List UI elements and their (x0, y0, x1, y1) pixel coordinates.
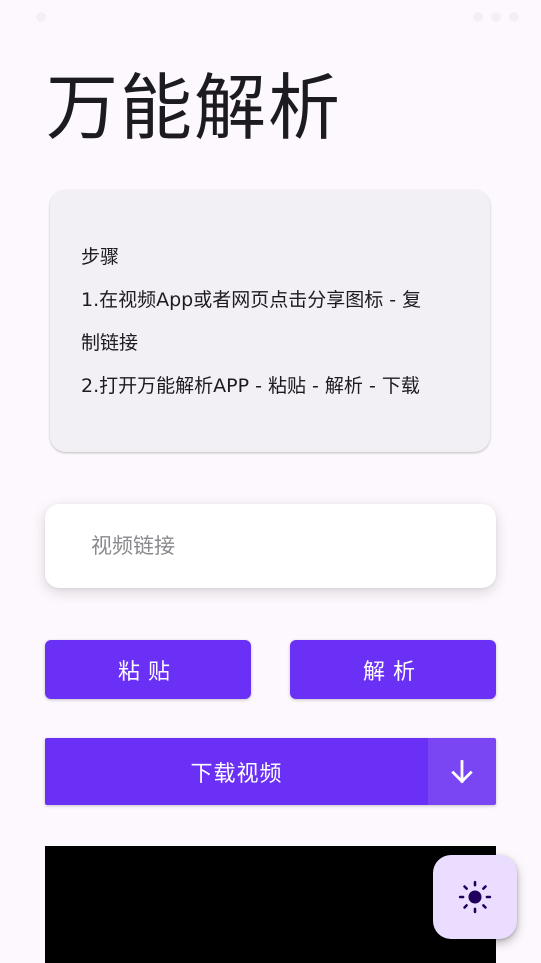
video-link-input[interactable] (91, 504, 471, 588)
download-options-button[interactable] (428, 738, 496, 805)
steps-heading: 步骤 (81, 246, 120, 268)
instructions-card: 步骤 1.在视频App或者网页点击分享图标 - 复 制链接 2.打开万能解析AP… (50, 190, 490, 452)
video-player[interactable] (45, 846, 496, 963)
step-2: 2.打开万能解析APP - 粘贴 - 解析 - 下载 (81, 375, 420, 397)
paste-button[interactable]: 粘贴 (45, 640, 251, 699)
wifi-icon (491, 12, 501, 22)
parse-button[interactable]: 解析 (290, 640, 496, 699)
signal-icon (473, 12, 483, 22)
sun-icon (458, 880, 492, 914)
video-link-field[interactable] (45, 504, 496, 588)
step-1-line-2: 制链接 (81, 332, 139, 354)
page-title: 万能解析 (46, 66, 343, 150)
theme-toggle-button[interactable] (433, 855, 517, 939)
download-video-button[interactable]: 下载视频 (45, 738, 428, 805)
status-indicator-icon (36, 12, 46, 22)
status-icons (473, 12, 519, 22)
download-split-button: 下载视频 (45, 738, 496, 805)
step-1-line-1: 1.在视频App或者网页点击分享图标 - 复 (81, 289, 422, 311)
status-bar (0, 0, 541, 34)
arrow-down-icon (451, 759, 473, 783)
battery-icon (509, 12, 519, 22)
